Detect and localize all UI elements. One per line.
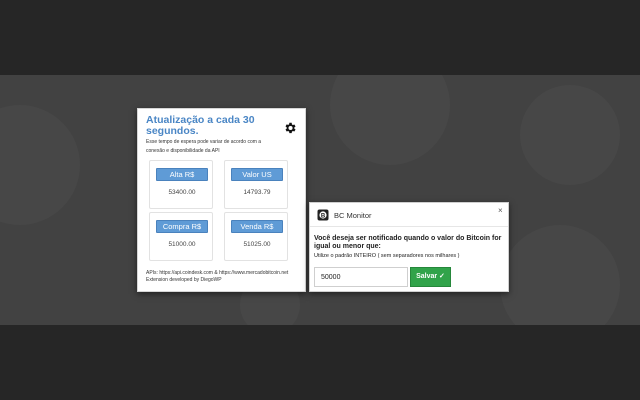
background-bitcoin-watermark bbox=[500, 225, 620, 325]
svg-text:B: B bbox=[321, 213, 326, 219]
footer-apis: APIs: https://api.coindesk.com & https:/… bbox=[146, 270, 289, 276]
dialog-app-name: BC Monitor bbox=[334, 211, 372, 220]
popup-description: Esse tempo de espera pode variar de acor… bbox=[146, 139, 262, 154]
venda-value: 51025.00 bbox=[243, 241, 271, 248]
gear-icon[interactable] bbox=[283, 121, 297, 135]
compra-button[interactable]: Compra R$ bbox=[156, 220, 208, 233]
popup-footer: APIs: https://api.coindesk.com & https:/… bbox=[146, 270, 306, 284]
dialog-question: Você deseja ser notificado quando o valo… bbox=[314, 235, 502, 250]
compra-value: 51000.00 bbox=[168, 241, 196, 248]
valor-us-button[interactable]: Valor US bbox=[231, 168, 283, 181]
dialog-header: B BC Monitor × bbox=[310, 203, 508, 227]
alta-value: 53400.00 bbox=[168, 189, 196, 196]
extension-popup: Atualização a cada 30 segundos. Esse tem… bbox=[137, 108, 306, 292]
alta-button[interactable]: Alta R$ bbox=[156, 168, 208, 181]
bitcoin-logo-icon: B bbox=[317, 209, 329, 221]
close-icon[interactable]: × bbox=[498, 206, 503, 215]
valor-us-value: 14793.79 bbox=[243, 189, 271, 196]
card-venda: Venda R$ 51025.00 bbox=[224, 212, 288, 261]
save-button[interactable]: Salvar ✓ bbox=[410, 267, 451, 287]
card-valor-us: Valor US 14793.79 bbox=[224, 160, 288, 209]
background-bitcoin-watermark bbox=[520, 85, 620, 185]
dialog-hint: Utilize o padrão INTEIRO ( sem separador… bbox=[314, 253, 460, 259]
venda-button[interactable]: Venda R$ bbox=[231, 220, 283, 233]
card-compra: Compra R$ 51000.00 bbox=[149, 212, 213, 261]
card-alta: Alta R$ 53400.00 bbox=[149, 160, 213, 209]
threshold-input[interactable] bbox=[314, 267, 408, 287]
footer-credit: Extension developed by DiegoWP bbox=[146, 277, 222, 283]
background-bitcoin-watermark bbox=[0, 105, 80, 225]
background-bitcoin-watermark bbox=[330, 75, 450, 165]
bc-monitor-dialog: B BC Monitor × Você deseja ser notificad… bbox=[309, 202, 509, 292]
popup-title: Atualização a cada 30 segundos. bbox=[146, 114, 255, 137]
